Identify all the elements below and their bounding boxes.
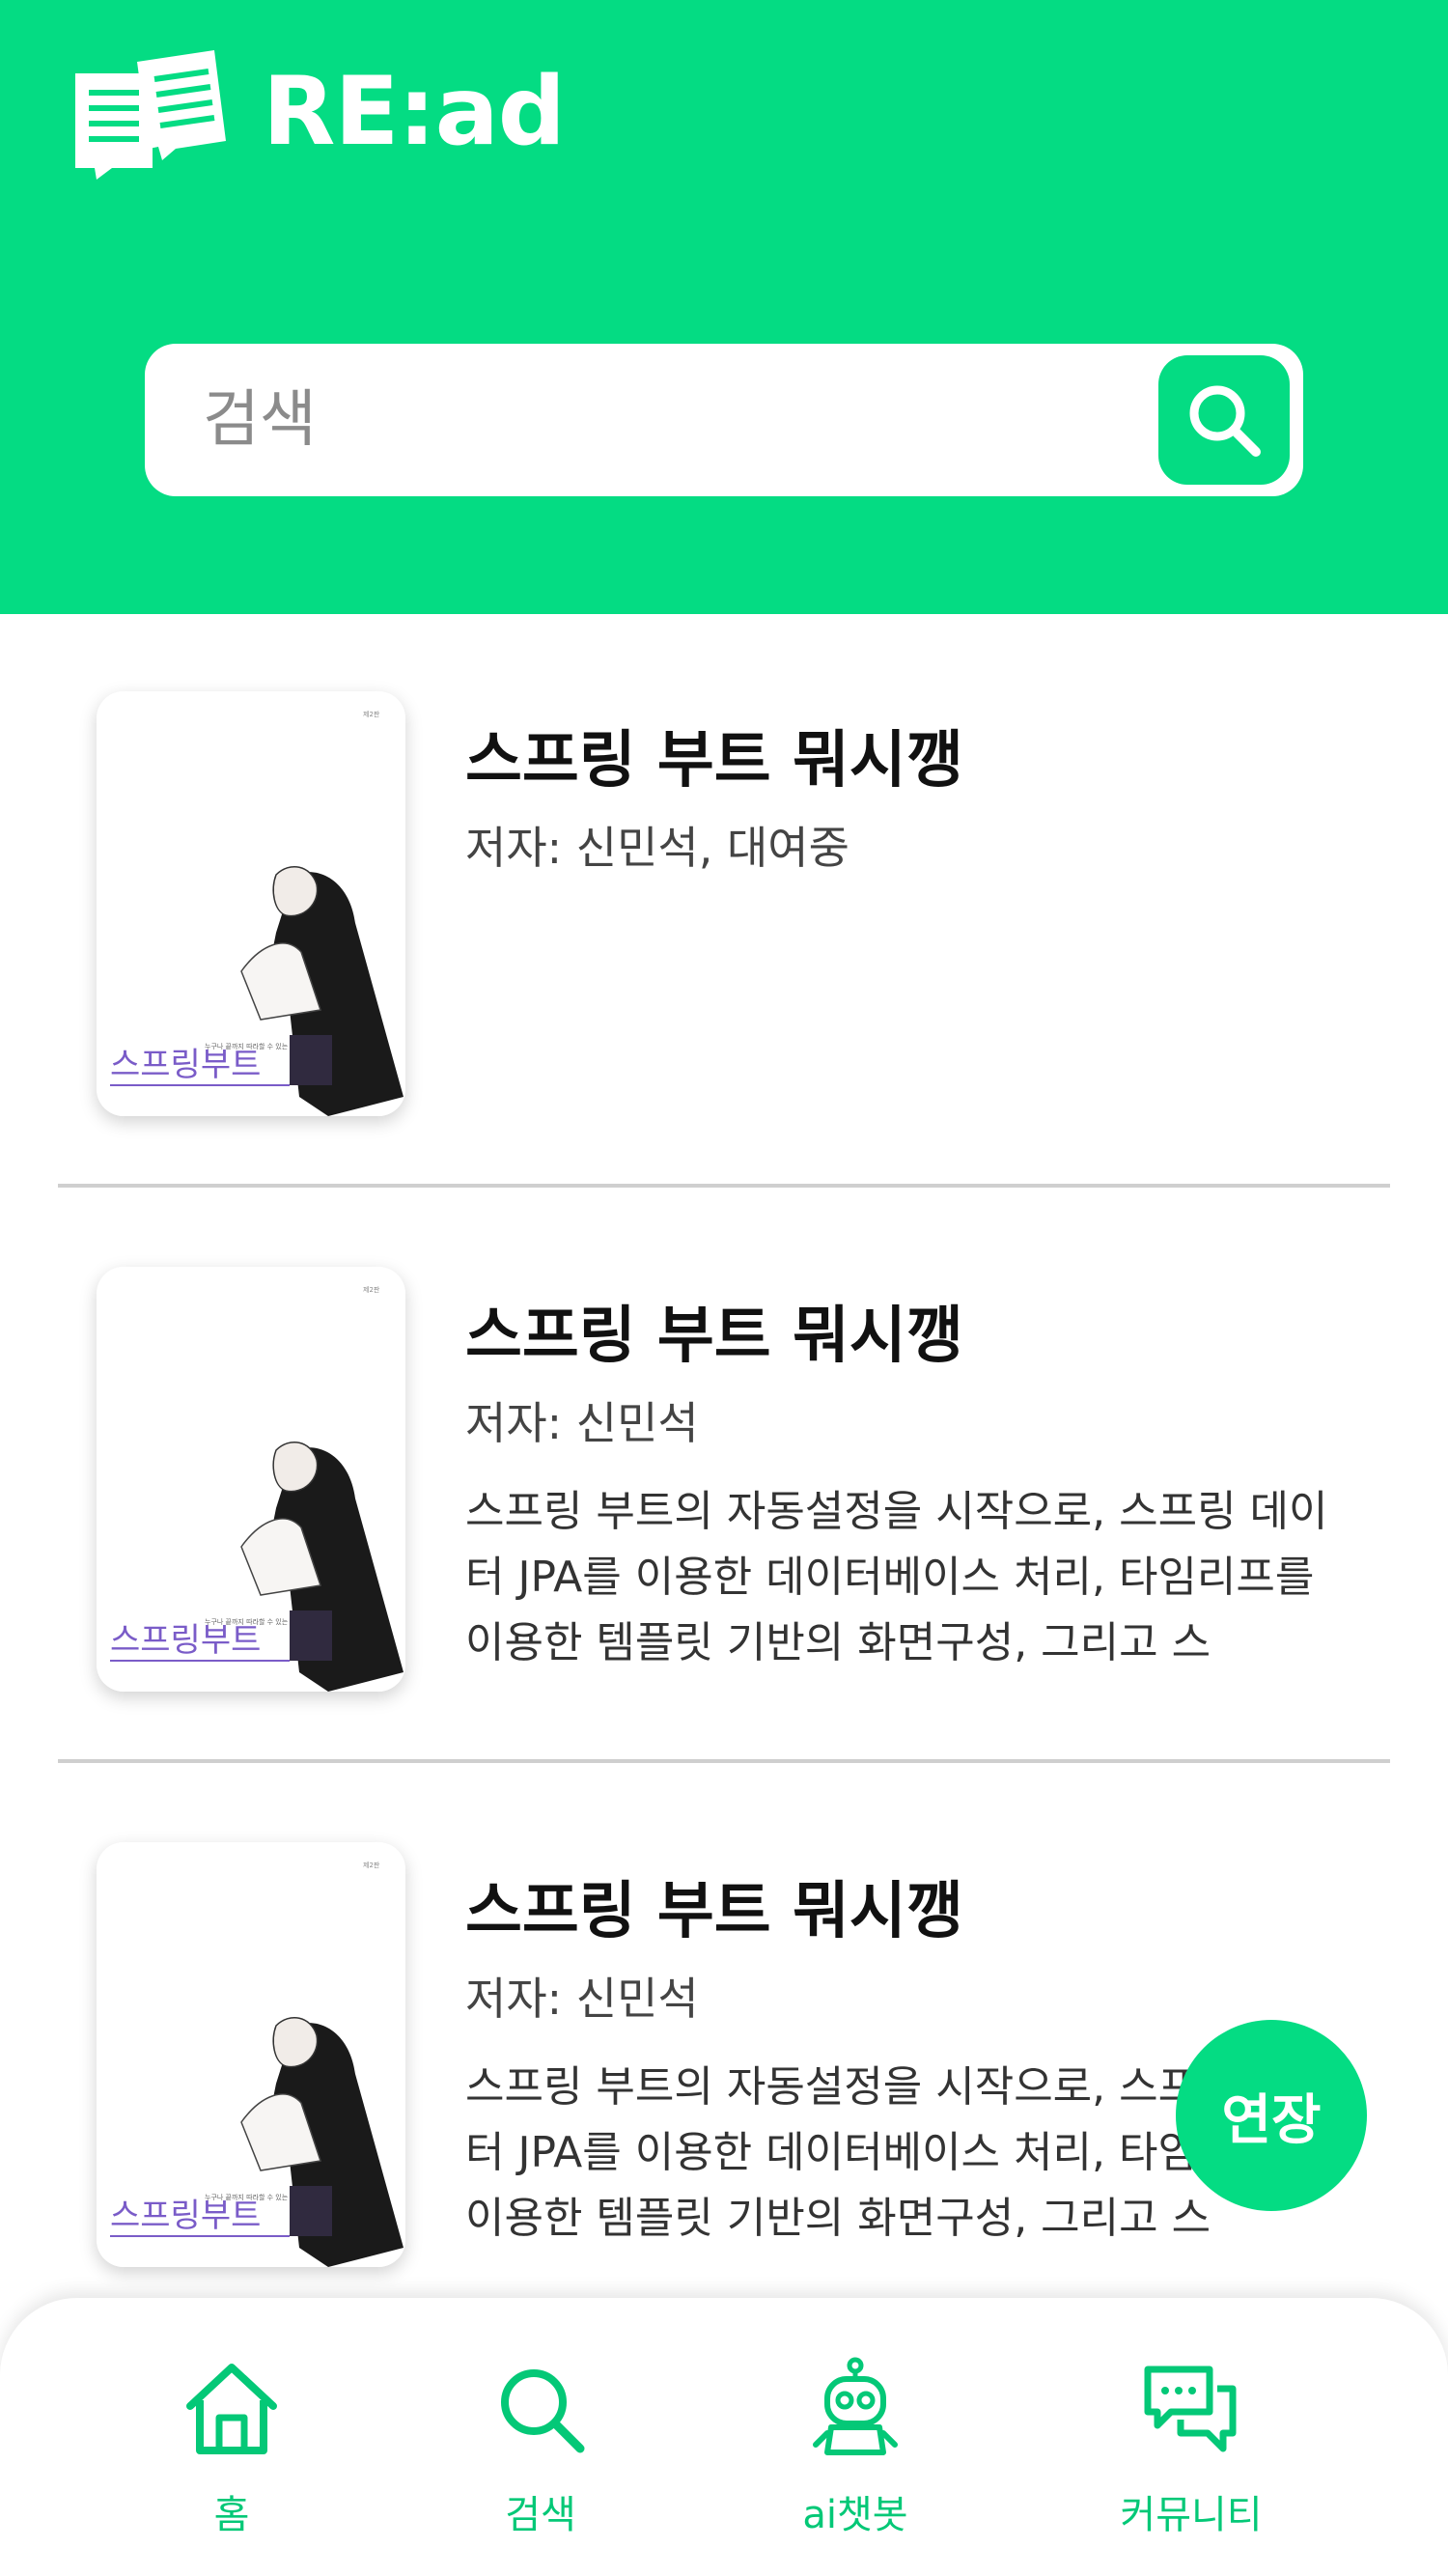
book-cover-illustration: 제2판 누구나 끝까지 따라할 수 있는 스프링부트: [97, 1267, 405, 1692]
divider: [58, 1184, 1390, 1188]
search-bar: [145, 344, 1303, 496]
book-author: 저자: 신민석: [465, 1397, 699, 1449]
svg-text:제2판: 제2판: [363, 1861, 380, 1869]
book-cover-illustration: 제2판 누구나 끝까지 따라할 수 있는 스프링부트: [97, 691, 405, 1116]
list-item[interactable]: 제2판 누구나 끝까지 따라할 수 있는 스프링부트 스프링 부트 뭐시깽 저자…: [0, 1190, 1448, 1765]
logo: RE:ad: [70, 44, 566, 180]
book-description: 스프링 부트의 자동설정을 시작으로, 스프링 데이터 JPA를 이용한 데이터…: [465, 1487, 1328, 1667]
search-input[interactable]: [203, 377, 1168, 463]
nav-item-ai-chatbot[interactable]: ai챗봇: [749, 2356, 961, 2549]
book-cover: 제2판 누구나 끝까지 따라할 수 있는 스프링부트: [97, 1267, 405, 1692]
books-logo-icon: [75, 50, 226, 180]
search-button[interactable]: [1158, 355, 1290, 485]
book-cover: 제2판 누구나 끝까지 따라할 수 있는 스프링부트: [97, 1842, 405, 2267]
book-title: 스프링 부트 뭐시깽: [465, 1301, 963, 1372]
list-item[interactable]: 제2판 누구나 끝까지 따라할 수 있는 스프링부트 스프링 부트 뭐시깽 저자…: [0, 614, 1448, 1190]
book-author: 저자: 신민석: [465, 1973, 699, 2025]
book-cover: 제2판 누구나 끝까지 따라할 수 있는 스프링부트: [97, 691, 405, 1116]
svg-text:제2판: 제2판: [363, 710, 380, 718]
nav-item-community[interactable]: 커뮤니티: [1085, 2356, 1297, 2549]
app-header: RE:ad: [0, 0, 1448, 614]
nav-label-ai-chatbot: ai챗봇: [802, 2493, 908, 2537]
svg-text:제2판: 제2판: [363, 1285, 380, 1294]
nav-label-search: 검색: [505, 2493, 576, 2537]
search-icon: [1189, 385, 1261, 457]
book-title: 스프링 부트 뭐시깽: [465, 1876, 963, 1947]
book-title: 스프링 부트 뭐시깽: [465, 725, 963, 797]
nav-label-community: 커뮤니티: [1120, 2493, 1263, 2537]
book-cover-illustration: 제2판 누구나 끝까지 따라할 수 있는 스프링부트: [97, 1842, 405, 2267]
chat-bubbles-icon: [1144, 2366, 1237, 2452]
extend-button[interactable]: 연장: [1176, 2020, 1367, 2211]
cover-title: 스프링부트: [110, 1046, 261, 1084]
book-author: 저자: 신민석, 대여중: [465, 822, 849, 874]
cover-title: 스프링부트: [110, 2197, 261, 2235]
nav-item-home[interactable]: 홈: [125, 2356, 338, 2549]
nav-label-home: 홈: [213, 2493, 250, 2537]
divider: [58, 1759, 1390, 1763]
home-icon: [186, 2364, 277, 2454]
app-name: RE:ad: [263, 57, 566, 167]
cover-title: 스프링부트: [110, 1621, 261, 1660]
bottom-nav: 홈 검색 ai챗봇 커뮤니티: [0, 2298, 1448, 2576]
search-icon: [501, 2369, 585, 2453]
robot-icon: [813, 2357, 898, 2455]
nav-item-search[interactable]: 검색: [434, 2356, 647, 2549]
